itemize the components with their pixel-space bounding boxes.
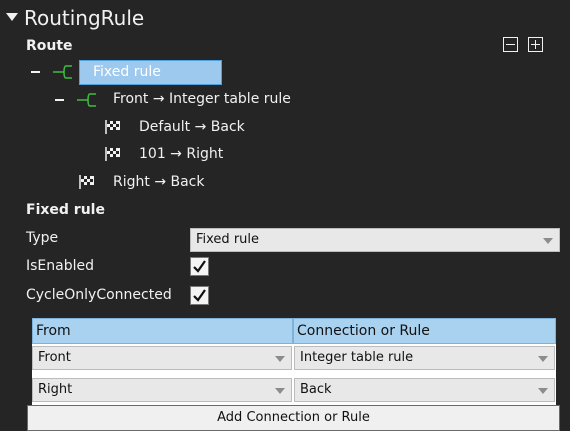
fork-icon	[77, 93, 96, 107]
checkered-flag-icon	[105, 147, 120, 161]
chevron-down-icon	[543, 238, 553, 244]
is-enabled-label: IsEnabled	[26, 258, 94, 274]
column-header-from[interactable]: From	[32, 318, 293, 344]
chevron-down-icon	[538, 388, 548, 394]
tree-node-101[interactable]: 101 → Right	[139, 146, 223, 162]
collapse-arrow-icon[interactable]	[6, 13, 18, 21]
row-from-value: Right	[38, 382, 73, 397]
fork-icon	[53, 65, 72, 79]
cycle-only-connected-label: CycleOnlyConnected	[26, 287, 172, 303]
tree-collapse-toggle[interactable]	[55, 99, 64, 101]
row-to-value: Integer table rule	[300, 350, 414, 365]
tree-node-front[interactable]: Front → Integer table rule	[113, 91, 291, 107]
page-title: RoutingRule	[24, 6, 145, 30]
tree-node-fixed-rule[interactable]: Fixed rule	[79, 60, 222, 85]
collapse-all-button[interactable]	[503, 37, 518, 52]
tree-collapse-toggle[interactable]	[31, 71, 40, 73]
chevron-down-icon	[275, 356, 285, 362]
type-dropdown[interactable]: Fixed rule	[190, 228, 560, 252]
row-to-dropdown[interactable]: Integer table rule	[294, 346, 555, 370]
cycle-only-connected-checkbox[interactable]	[190, 286, 209, 305]
chevron-down-icon	[538, 356, 548, 362]
tree-node-default[interactable]: Default → Back	[139, 119, 245, 135]
checkmark-icon	[193, 289, 206, 302]
tree-node-right[interactable]: Right → Back	[113, 174, 205, 190]
row-from-value: Front	[38, 350, 71, 365]
route-section-title: Route	[26, 38, 73, 54]
add-connection-button[interactable]: Add Connection or Rule	[27, 405, 560, 431]
expand-all-button[interactable]	[528, 37, 543, 52]
type-label: Type	[26, 230, 59, 246]
detail-section-title: Fixed rule	[26, 202, 105, 218]
row-from-dropdown[interactable]: Front	[32, 346, 292, 370]
type-value: Fixed rule	[196, 232, 260, 247]
checkmark-icon	[193, 260, 206, 273]
column-header-connection[interactable]: Connection or Rule	[293, 318, 556, 344]
is-enabled-checkbox[interactable]	[190, 257, 209, 276]
row-to-value: Back	[300, 382, 332, 397]
checkered-flag-icon	[105, 120, 120, 134]
row-from-dropdown[interactable]: Right	[32, 378, 292, 402]
chevron-down-icon	[275, 388, 285, 394]
row-to-dropdown[interactable]: Back	[294, 378, 555, 402]
checkered-flag-icon	[79, 175, 94, 189]
